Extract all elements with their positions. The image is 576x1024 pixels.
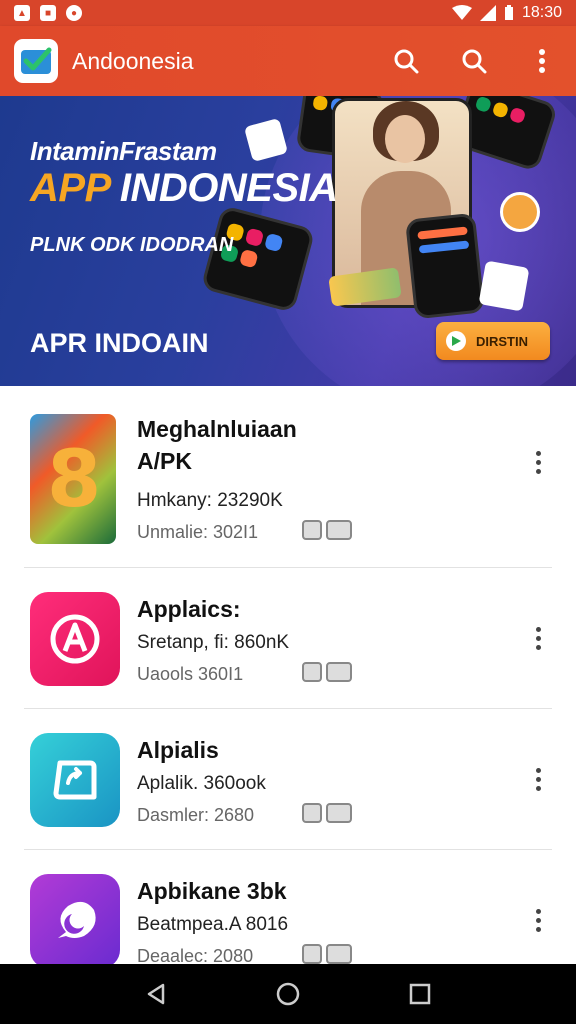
list-item[interactable]: Applaics: Sretanp, fi: 860nK Uaools 360I… (24, 568, 552, 709)
checkmark-logo-icon (21, 47, 52, 74)
app-meta: Unmalie: 302I1 (137, 522, 259, 542)
app-name: Alpialis (137, 737, 219, 763)
app-list: 8 Meghalnluiaan A/PK Hmkany: 23290K Unma… (0, 386, 576, 991)
overflow-menu-button[interactable] (522, 41, 562, 81)
promo-banner[interactable]: IntaminFrastam APP INDONESIA PLNK ODK ID… (0, 96, 576, 386)
banner-title-rest: INDONESIA (109, 166, 338, 210)
banner-subtitle: PLNK ODK IDODRAN (30, 234, 234, 256)
search-button[interactable] (386, 41, 426, 81)
badge-icon (302, 803, 322, 823)
app-badges (302, 803, 352, 823)
badge-icon (302, 662, 322, 682)
badge-icon (302, 520, 322, 540)
wifi-icon (451, 5, 472, 20)
app-name-line2: A/PK (137, 448, 192, 474)
list-item[interactable]: Alpialis Aplalik. 360ook Dasmler: 2680 (24, 709, 552, 850)
app-stat: Sretanp, fi: 860nK (137, 632, 290, 653)
item-menu-button[interactable] (524, 432, 552, 492)
badge-icon (326, 944, 352, 964)
svg-text:8: 8 (47, 435, 101, 524)
app-stat: Hmkany: 23290K (137, 490, 283, 511)
app-logo (14, 39, 58, 83)
badge-icon (326, 520, 352, 540)
system-nav-bar (0, 964, 576, 1024)
back-button[interactable] (136, 974, 176, 1014)
back-triangle-icon (147, 983, 165, 1005)
recents-square-icon (409, 983, 431, 1005)
banner-caption: APR INDOAIN (30, 328, 209, 358)
banner-headline: IntaminFrastam (30, 136, 217, 166)
notification-icon: ■ (40, 5, 56, 21)
app-title: Andoonesia (72, 47, 194, 74)
app-badges (302, 520, 352, 540)
purple-moon-icon (30, 874, 120, 968)
app-badges (302, 662, 352, 682)
app-tile-icon (478, 260, 530, 312)
banner-title-accent: APP (30, 166, 110, 210)
search-icon (394, 49, 419, 74)
notification-icon: ● (66, 5, 82, 21)
badge-icon (302, 944, 322, 964)
home-circle-icon (276, 982, 300, 1006)
more-vert-icon (539, 49, 545, 73)
item-menu-button[interactable] (524, 890, 552, 950)
app-meta: Dasmler: 2680 (137, 805, 255, 825)
status-time: 18:30 (521, 4, 562, 21)
search-icon (462, 49, 487, 74)
app-name: Applaics: (137, 596, 241, 622)
app-name: Meghalnluiaan (137, 416, 297, 442)
play-icon (446, 331, 466, 351)
recents-button[interactable] (400, 974, 440, 1014)
app-bar: Andoonesia (0, 26, 576, 96)
status-bar: ▲ ■ ● 18:30 (0, 0, 576, 26)
colorful-8-icon: 8 (30, 414, 116, 544)
banner-button-label: DIRSTIN (476, 333, 528, 349)
banner-title: APP INDONESIA (30, 166, 338, 211)
app-stat: Beatmpea.A 8016 (137, 914, 289, 935)
pink-a-icon (30, 592, 120, 686)
app-tile-icon (500, 192, 540, 232)
notification-icon: ▲ (14, 5, 30, 21)
signal-icon (479, 5, 496, 21)
badge-icon (326, 803, 352, 823)
badge-icon (326, 662, 352, 682)
item-menu-button[interactable] (524, 608, 552, 668)
teal-sync-icon (30, 733, 120, 827)
home-button[interactable] (268, 974, 308, 1014)
item-menu-button[interactable] (524, 749, 552, 809)
app-meta: Uaools 360I1 (137, 664, 244, 684)
search-button[interactable] (454, 41, 494, 81)
app-name: Apbikane 3bk (137, 878, 287, 904)
phone-image (404, 212, 486, 320)
app-badges (302, 944, 352, 964)
battery-icon (504, 5, 513, 20)
list-item[interactable]: 8 Meghalnluiaan A/PK Hmkany: 23290K Unma… (24, 386, 552, 568)
app-stat: Aplalik. 360ook (137, 773, 266, 794)
banner-download-button[interactable]: DIRSTIN (436, 322, 550, 360)
